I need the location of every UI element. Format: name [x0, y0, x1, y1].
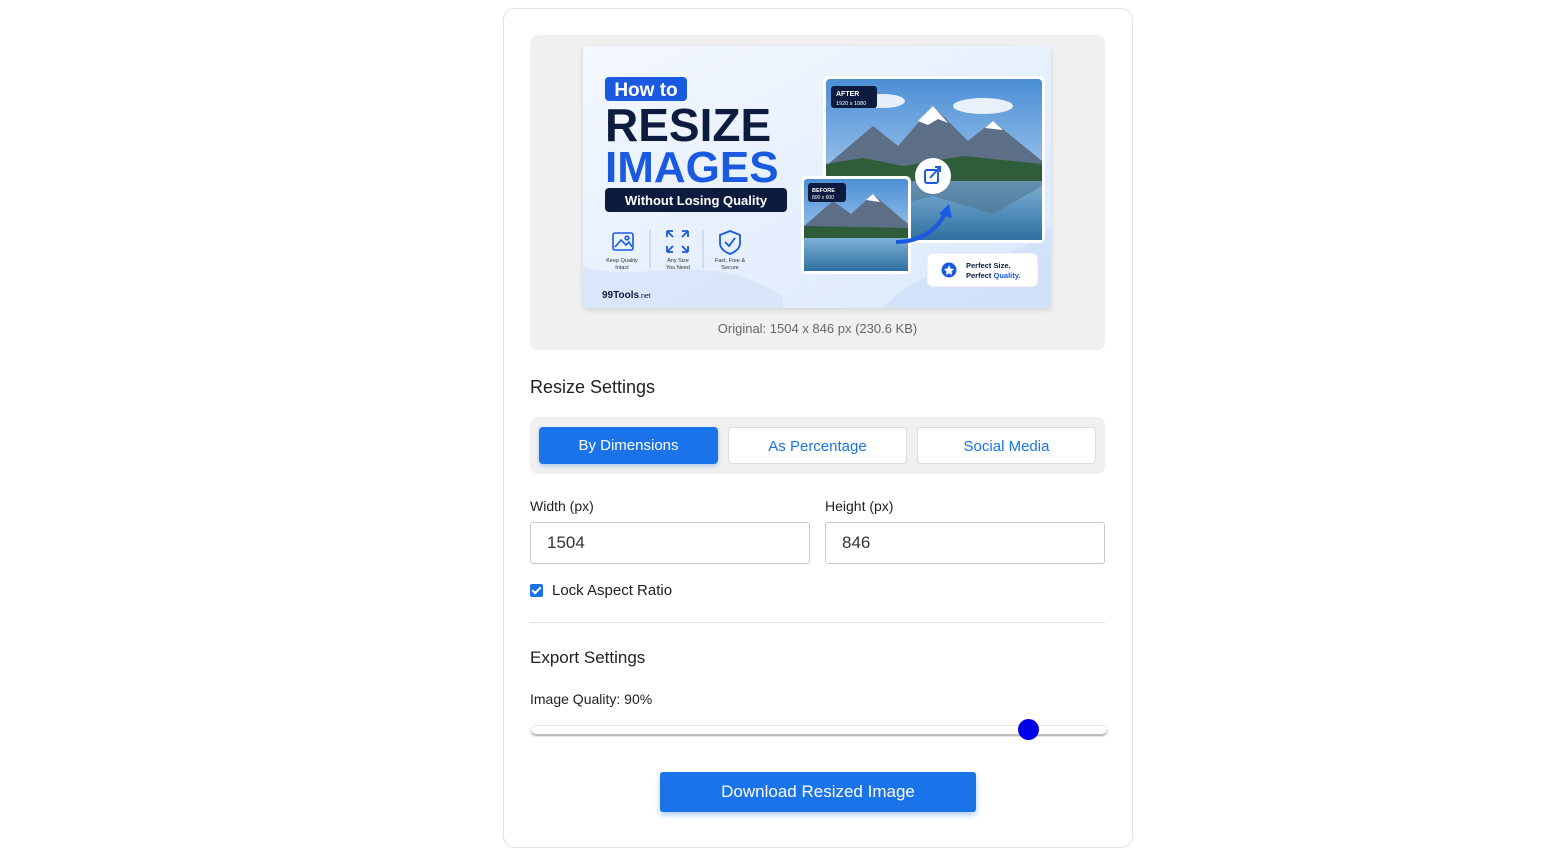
quality-badge: Perfect Size. Perfect Quality.: [926, 252, 1039, 288]
svg-text:Perfect Size.: Perfect Size.: [966, 261, 1011, 270]
tab-social-media[interactable]: Social Media: [917, 427, 1096, 464]
tab-by-dimensions[interactable]: By Dimensions: [539, 427, 718, 464]
svg-text:Fast, Free &: Fast, Free &: [715, 258, 746, 264]
tab-as-percentage[interactable]: As Percentage: [728, 427, 907, 464]
svg-text:Perfect Quality.: Perfect Quality.: [966, 271, 1020, 280]
svg-text:800 x 600: 800 x 600: [812, 195, 834, 201]
resize-settings-title: Resize Settings: [530, 377, 656, 397]
external-link-icon: [915, 158, 951, 194]
lock-aspect-ratio-checkbox[interactable]: [530, 584, 543, 597]
svg-text:1920 x 1080: 1920 x 1080: [836, 101, 866, 107]
svg-text:BEFORE: BEFORE: [812, 188, 835, 194]
original-image-info: Original: 1504 x 846 px (230.6 KB): [717, 321, 918, 336]
badge-text: How to: [614, 80, 677, 101]
height-label: Height (px): [825, 498, 894, 514]
svg-text:Intact: Intact: [615, 265, 629, 271]
svg-text:You Need: You Need: [666, 265, 690, 271]
width-input[interactable]: [530, 522, 810, 564]
section-divider: [530, 622, 1105, 623]
download-resized-image-button[interactable]: Download Resized Image: [660, 772, 976, 812]
svg-text:Secure: Secure: [721, 265, 738, 271]
svg-text:Keep Quality: Keep Quality: [606, 258, 638, 264]
svg-text:Any Size: Any Size: [667, 258, 689, 264]
resize-mode-tabs: By Dimensions As Percentage Social Media: [530, 417, 1105, 474]
height-input[interactable]: [825, 522, 1105, 564]
image-preview-panel: How to RESIZE IMAGES Without Losing Qual…: [530, 35, 1105, 350]
image-quality-label: Image Quality: 90%: [530, 691, 653, 707]
width-label: Width (px): [530, 498, 594, 514]
subtitle-text: Without Losing Quality: [625, 193, 768, 208]
lock-aspect-ratio-label: Lock Aspect Ratio: [552, 582, 673, 599]
title-images: IMAGES: [605, 143, 779, 192]
preview-image: How to RESIZE IMAGES Without Losing Qual…: [583, 46, 1051, 308]
svg-text:AFTER: AFTER: [836, 91, 859, 98]
before-photo: BEFORE 800 x 600: [801, 176, 911, 274]
lock-aspect-ratio-row[interactable]: Lock Aspect Ratio: [530, 582, 672, 599]
export-settings-title: Export Settings: [530, 648, 646, 667]
resizer-card: How to RESIZE IMAGES Without Losing Qual…: [503, 8, 1133, 848]
